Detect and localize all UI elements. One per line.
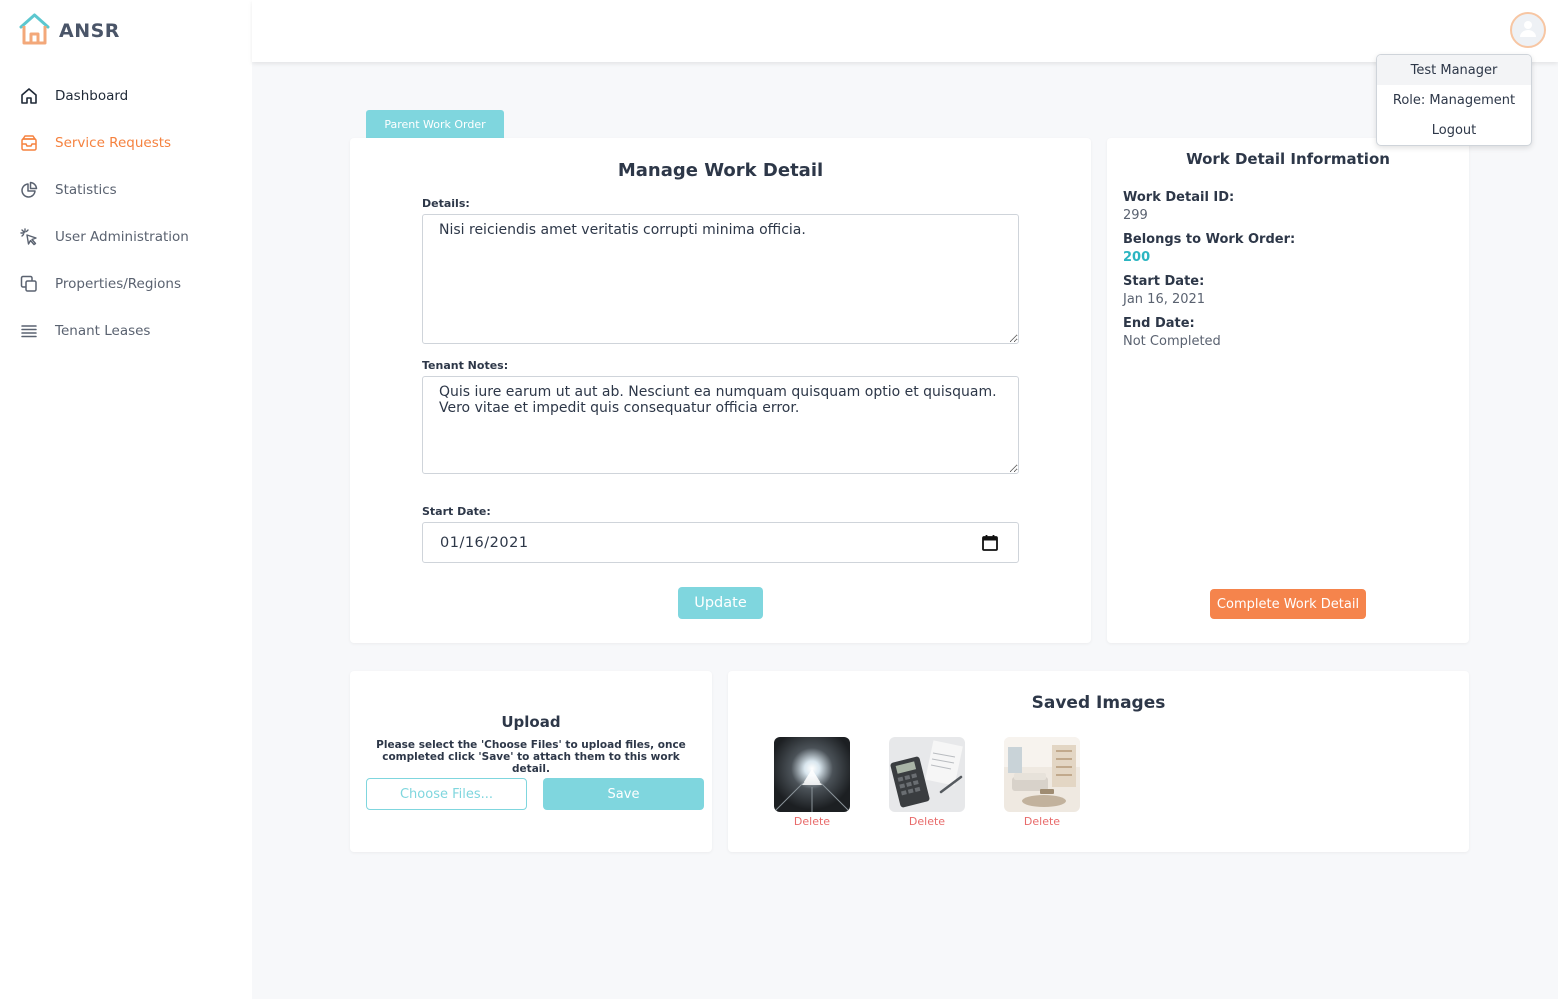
- update-button[interactable]: Update: [678, 587, 763, 619]
- start-date-label: Start Date:: [422, 505, 491, 518]
- sidebar-item-label: User Administration: [55, 228, 189, 245]
- choose-files-button[interactable]: Choose Files...: [366, 778, 527, 810]
- start-date-value: 01/16/2021: [440, 534, 529, 551]
- upload-title: Upload: [501, 713, 561, 731]
- details-textarea[interactable]: Nisi reiciendis amet veritatis corrupti …: [422, 214, 1019, 344]
- delete-image-button[interactable]: Delete: [774, 815, 850, 828]
- start-date-input[interactable]: 01/16/2021: [422, 522, 1019, 563]
- sidebar-item-properties-regions[interactable]: Properties/Regions: [0, 260, 252, 307]
- upload-card: Upload Please select the 'Choose Files' …: [350, 671, 712, 852]
- sidebar-item-label: Service Requests: [55, 134, 172, 151]
- user-avatar-icon: [1517, 17, 1539, 43]
- sidebar-item-tenant-leases[interactable]: Tenant Leases: [0, 307, 252, 354]
- saved-image-thumbnail[interactable]: [889, 737, 965, 812]
- pie-chart-icon: [20, 181, 38, 199]
- tab-parent-work-order[interactable]: Parent Work Order: [366, 110, 504, 138]
- sidebar-item-label: Statistics: [55, 181, 117, 198]
- sidebar: ANSR Dashboard Service Requests Statisti…: [0, 0, 252, 999]
- upload-description: Please select the 'Choose Files' to uplo…: [376, 739, 686, 775]
- app-name: ANSR: [59, 20, 120, 42]
- sidebar-item-label: Dashboard: [55, 87, 129, 104]
- complete-work-detail-button[interactable]: Complete Work Detail: [1210, 589, 1366, 619]
- delete-image-button[interactable]: Delete: [889, 815, 965, 828]
- details-label: Details:: [422, 197, 470, 210]
- sidebar-item-dashboard[interactable]: Dashboard: [0, 72, 252, 119]
- sidebar-item-label: Properties/Regions: [55, 275, 182, 292]
- copy-icon: [20, 275, 38, 293]
- tenant-notes-textarea[interactable]: Quis iure earum ut aut ab. Nesciunt ea n…: [422, 376, 1019, 474]
- work-detail-info-card: Work Detail Information Work Detail ID: …: [1107, 138, 1469, 643]
- work-order-label: Belongs to Work Order:: [1123, 232, 1296, 247]
- sidebar-item-label: Tenant Leases: [55, 322, 151, 339]
- sidebar-item-user-administration[interactable]: User Administration: [0, 213, 252, 260]
- user-menu-dropdown: Test Manager Role: Management Logout: [1376, 54, 1532, 146]
- user-menu-name: Test Manager: [1377, 55, 1531, 85]
- logo[interactable]: ANSR: [18, 12, 120, 50]
- info-start-date-label: Start Date:: [1123, 274, 1205, 289]
- saved-image-thumbnail[interactable]: [774, 737, 850, 812]
- save-button[interactable]: Save: [543, 778, 704, 810]
- house-logo-icon: [18, 12, 51, 50]
- manage-work-detail-title: Manage Work Detail: [617, 160, 824, 181]
- work-order-link[interactable]: 200: [1123, 250, 1150, 265]
- manage-work-detail-card: Manage Work Detail Details: Nisi reicien…: [350, 138, 1091, 643]
- saved-images-card: Saved Images Delete Delete Delete: [728, 671, 1469, 852]
- user-avatar[interactable]: [1510, 12, 1546, 48]
- info-end-date-label: End Date:: [1123, 316, 1195, 331]
- tenant-notes-label: Tenant Notes:: [422, 359, 509, 372]
- work-detail-id-label: Work Detail ID:: [1123, 190, 1235, 205]
- list-icon: [20, 322, 38, 340]
- sidebar-item-service-requests[interactable]: Service Requests: [0, 119, 252, 166]
- delete-image-button[interactable]: Delete: [1004, 815, 1080, 828]
- info-end-date-value: Not Completed: [1123, 334, 1221, 349]
- cursor-click-icon: [20, 227, 38, 246]
- home-icon: [20, 87, 38, 105]
- saved-images-title: Saved Images: [1031, 693, 1166, 713]
- top-bar: [252, 0, 1558, 62]
- work-detail-id-value: 299: [1123, 208, 1148, 223]
- info-start-date-value: Jan 16, 2021: [1123, 292, 1206, 307]
- calendar-icon[interactable]: [981, 534, 999, 552]
- logout-menu-item[interactable]: Logout: [1377, 115, 1531, 145]
- sidebar-nav: Dashboard Service Requests Statistics Us…: [0, 72, 252, 354]
- sidebar-item-statistics[interactable]: Statistics: [0, 166, 252, 213]
- inbox-icon: [20, 134, 38, 152]
- saved-image-thumbnail[interactable]: [1004, 737, 1080, 812]
- work-detail-info-title: Work Detail Information: [1186, 150, 1390, 168]
- user-menu-role: Role: Management: [1392, 92, 1516, 108]
